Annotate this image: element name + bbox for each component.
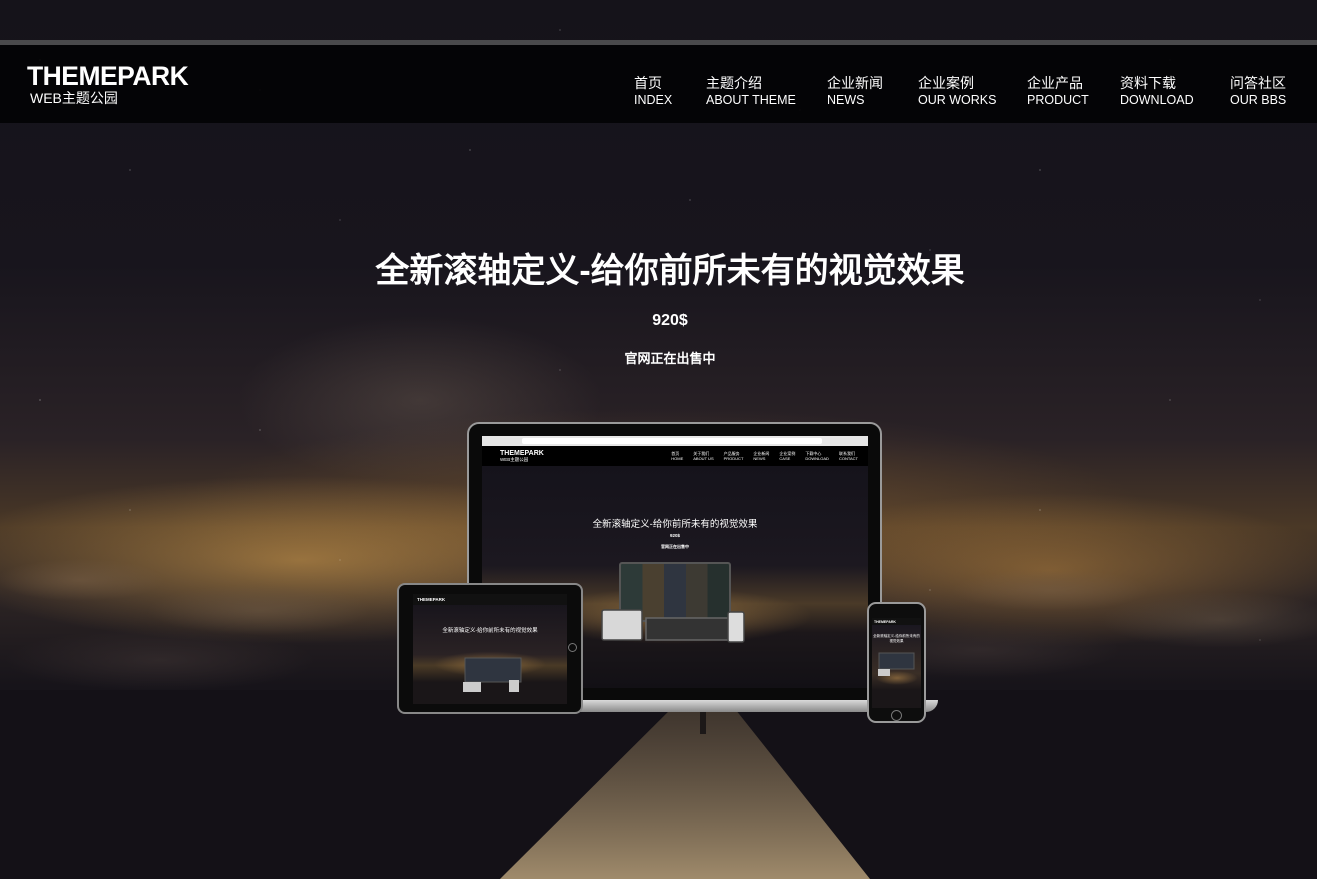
phone-mini-monitor bbox=[878, 652, 915, 676]
nav-label-en: OUR BBS bbox=[1230, 93, 1287, 107]
hero-price: 920$ bbox=[652, 312, 688, 329]
mockup-nav-item: 关于我们 ABOUT US bbox=[693, 451, 713, 461]
mockup-nav-item: 产品服务 PRODUCT bbox=[724, 451, 744, 461]
tablet-mockup: THEMEPARK 全新滚轴定义-给你前所未有的视觉效果 bbox=[397, 583, 583, 714]
nav-label-en: NEWS bbox=[827, 93, 865, 107]
nav-label-en: OUR WORKS bbox=[918, 93, 997, 107]
nav-label-en: DOWNLOAD bbox=[1120, 93, 1194, 107]
mockup-header: THEMEPARK WEB主题公园 首页 HOME 关于我们 ABOUT US 产品… bbox=[482, 446, 868, 466]
nav-label-cn: 企业产品 bbox=[1027, 75, 1083, 91]
nav-item-product[interactable]: 企业产品 PRODUCT bbox=[1027, 75, 1089, 108]
nav-label-cn: 问答社区 bbox=[1230, 75, 1286, 91]
home-button-icon bbox=[891, 710, 902, 721]
mockup-nav-en: PRODUCT bbox=[723, 456, 744, 461]
mockup-hero-status: 官网正在出售中 bbox=[661, 544, 689, 549]
phone-hero-title: 全新滚轴定义-给你前所未有的视觉效果 bbox=[873, 634, 920, 643]
nav-item-our-works[interactable]: 企业案例 OUR WORKS bbox=[918, 75, 996, 108]
site-header: THEMEPARK WEB主题公园 首页 INDEX 主题介绍 ABOUT TH… bbox=[0, 45, 1317, 123]
nav-item-news[interactable]: 企业新闻 NEWS bbox=[827, 75, 883, 108]
nav-label-cn: 企业案例 bbox=[918, 75, 974, 91]
phone-screen: THEMEPARK 全新滚轴定义-给你前所未有的视觉效果 bbox=[872, 618, 921, 708]
mockup-hero-price: 920$ bbox=[669, 533, 680, 538]
nav-item-download[interactable]: 资料下载 DOWNLOAD bbox=[1120, 75, 1194, 108]
nav-item-about-theme[interactable]: 主题介绍 ABOUT THEME bbox=[706, 75, 796, 108]
nav-label-cn: 企业新闻 bbox=[827, 75, 883, 91]
mockup-browser-bar bbox=[482, 436, 868, 446]
mockup-nav-item: 企业新闻 NEWS bbox=[753, 451, 769, 461]
mockup-nav-item: 首页 HOME bbox=[671, 451, 683, 461]
tablet-logo: THEMEPARK bbox=[417, 597, 446, 602]
mockup-nav-en: CASE bbox=[779, 456, 791, 461]
mockup-nav-en: DOWNLOAD bbox=[805, 456, 829, 461]
mockup-nav-en: HOME bbox=[671, 456, 684, 461]
hero-title: 全新滚轴定义-给你前所未有的视觉效果 bbox=[375, 252, 965, 290]
mockup-nav-en: ABOUT US bbox=[693, 456, 714, 461]
mockup-mini-devices bbox=[601, 609, 745, 643]
nav-item-our-bbs[interactable]: 问答社区 OUR BBS bbox=[1230, 75, 1286, 108]
mockup-nav-item: 企业案例 CASE bbox=[779, 451, 795, 461]
nav-label-en: PRODUCT bbox=[1027, 93, 1089, 107]
mockup-nav-item: 联系我们 CONTACT bbox=[839, 451, 858, 461]
tablet-mini-monitor bbox=[463, 657, 522, 692]
nav-label-cn: 资料下载 bbox=[1120, 75, 1176, 91]
mockup-nav-en: CONTACT bbox=[838, 456, 858, 461]
phone-mockup: THEMEPARK 全新滚轴定义-给你前所未有的视觉效果 bbox=[867, 602, 926, 723]
road-path bbox=[0, 690, 1317, 879]
mockup-hero-title: 全新滚轴定义-给你前所未有的视觉效果 bbox=[592, 519, 758, 530]
mockup-logo-main: THEMEPARK bbox=[500, 450, 544, 457]
hero-sale-status: 官网正在出售中 bbox=[624, 351, 716, 366]
nav-label-cn: 主题介绍 bbox=[706, 75, 762, 91]
tablet-hero-title: 全新滚轴定义-给你前所未有的视觉效果 bbox=[442, 628, 538, 634]
mockup-address-bar bbox=[522, 438, 822, 444]
nav-label-en: ABOUT THEME bbox=[706, 93, 796, 107]
mockup-nav-en: NEWS bbox=[753, 456, 766, 461]
nav-label-en: INDEX bbox=[634, 93, 673, 107]
mockup-logo: THEMEPARK WEB主题公园 bbox=[500, 450, 544, 462]
mockup-nav-item: 下载中心 DOWNLOAD bbox=[805, 451, 829, 461]
phone-logo: THEMEPARK bbox=[874, 620, 896, 624]
tablet-screen: THEMEPARK 全新滚轴定义-给你前所未有的视觉效果 bbox=[413, 594, 567, 704]
nav-label-cn: 首页 bbox=[634, 75, 662, 91]
home-button-icon bbox=[568, 643, 577, 652]
mockup-nav: 首页 HOME 关于我们 ABOUT US 产品服务 PRODUCT 企业新闻 NEWS… bbox=[671, 451, 858, 461]
main-nav: 首页 INDEX 主题介绍 ABOUT THEME 企业新闻 NEWS 企业案例… bbox=[0, 75, 1317, 109]
mockup-logo-sub: WEB主题公园 bbox=[500, 457, 529, 462]
nav-item-index[interactable]: 首页 INDEX bbox=[634, 75, 672, 108]
